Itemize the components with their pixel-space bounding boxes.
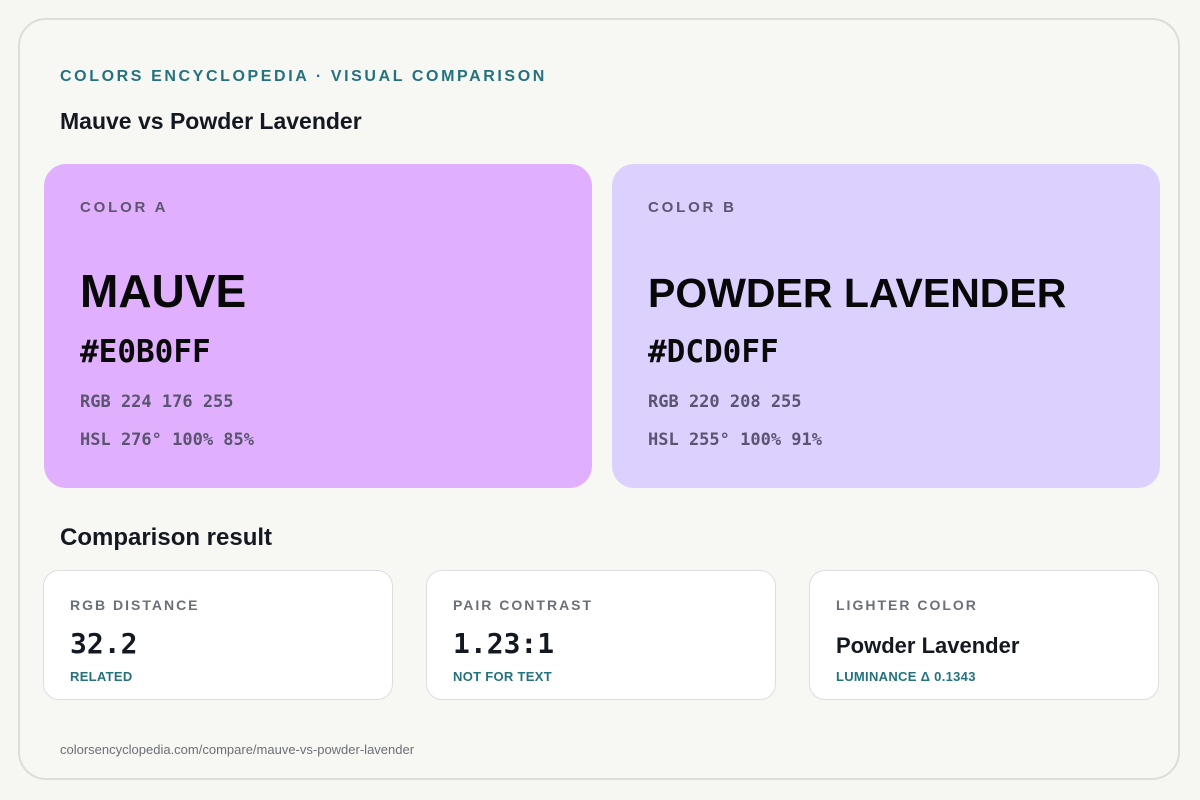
metric-note: RELATED bbox=[70, 669, 133, 684]
metric-value: 1.23:1 bbox=[453, 627, 555, 660]
color-a-hex: #E0B0FF bbox=[80, 334, 211, 370]
site-kicker: COLORS ENCYCLOPEDIA · VISUAL COMPARISON bbox=[60, 68, 547, 85]
page-title: Mauve vs Powder Lavender bbox=[60, 108, 362, 134]
color-b-rgb: RGB 220 208 255 bbox=[648, 392, 802, 412]
color-a-name: MAUVE bbox=[80, 265, 247, 317]
metric-note: LUMINANCE Δ 0.1343 bbox=[836, 669, 976, 684]
metric-label: RGB DISTANCE bbox=[70, 597, 200, 613]
color-b-name: POWDER LAVENDER bbox=[648, 270, 1067, 316]
metric-label: LIGHTER COLOR bbox=[836, 597, 978, 613]
color-a-rgb: RGB 224 176 255 bbox=[80, 392, 234, 412]
comparison-title: Comparison result bbox=[60, 524, 273, 551]
metric-card-lighter-color: LIGHTER COLOR Powder Lavender LUMINANCE … bbox=[809, 570, 1159, 700]
metric-value: Powder Lavender bbox=[836, 633, 1020, 658]
metric-card-pair-contrast: PAIR CONTRAST 1.23:1 NOT FOR TEXT bbox=[426, 570, 776, 700]
metric-label: PAIR CONTRAST bbox=[453, 597, 594, 613]
color-a-label: COLOR A bbox=[80, 199, 169, 216]
color-a-hsl: HSL 276° 100% 85% bbox=[80, 430, 254, 450]
color-a-swatch: COLOR A MAUVE #E0B0FF RGB 224 176 255 HS… bbox=[44, 164, 592, 488]
comparison-card: COLORS ENCYCLOPEDIA · VISUAL COMPARISON … bbox=[18, 18, 1180, 780]
metric-card-rgb-distance: RGB DISTANCE 32.2 RELATED bbox=[43, 570, 393, 700]
color-b-swatch: COLOR B POWDER LAVENDER #DCD0FF RGB 220 … bbox=[612, 164, 1160, 488]
metric-value: 32.2 bbox=[70, 627, 138, 660]
color-b-hex: #DCD0FF bbox=[648, 334, 779, 370]
source-url: colorsencyclopedia.com/compare/mauve-vs-… bbox=[60, 742, 415, 757]
color-b-label: COLOR B bbox=[648, 199, 737, 216]
color-b-hsl: HSL 255° 100% 91% bbox=[648, 430, 822, 450]
metric-note: NOT FOR TEXT bbox=[453, 669, 552, 684]
